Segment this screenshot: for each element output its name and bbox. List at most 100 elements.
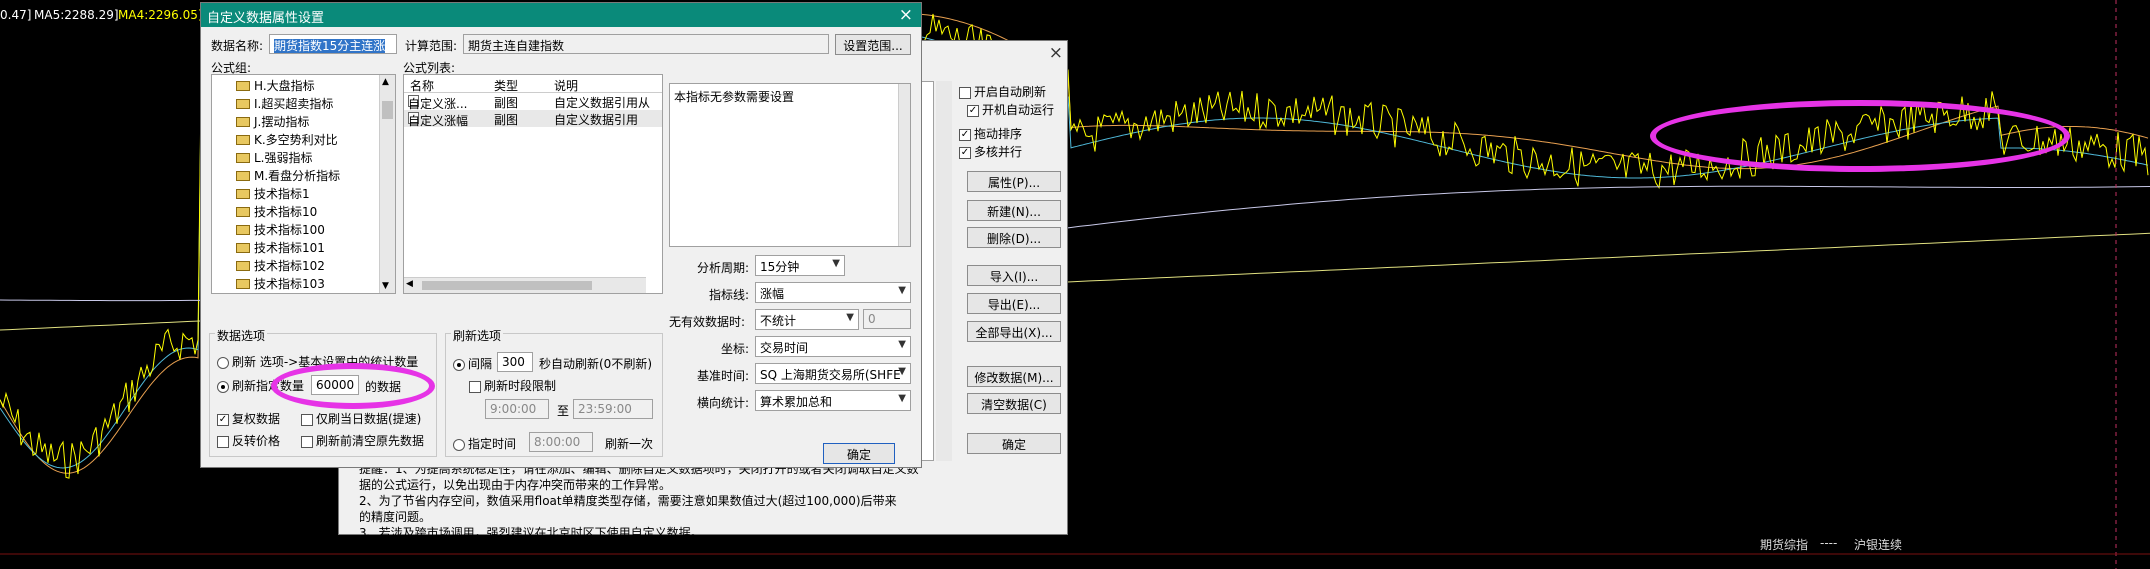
close-icon[interactable]: ×: [1049, 43, 1063, 63]
base-time-select[interactable]: SQ 上海期货交易所(SHFE ▼: [755, 363, 911, 384]
dialog-title: 自定义数据属性设置: [207, 11, 325, 26]
highlight-ellipse-chart: [1650, 100, 2070, 172]
note-line-4: 的精度问题。: [359, 510, 432, 524]
horizontal-stat-select[interactable]: 算术累加总和 ▼: [755, 390, 911, 411]
note-line-2: 据的公式运行，以免出现由于内存冲突而带来的工作异常。: [359, 478, 672, 492]
scroll-down-icon[interactable]: ▼: [382, 281, 389, 291]
time-from-input[interactable]: 9:00:00: [485, 399, 549, 419]
close-icon[interactable]: ×: [899, 5, 913, 25]
horizontal-stat-label: 横向统计:: [697, 396, 750, 410]
tree-item[interactable]: K.多空势利对比: [212, 131, 395, 149]
formula-group-tree[interactable]: H.大盘指标 I.超买超卖指标 J.摆动指标 K.多空势利对比 L.强弱指标 M.看盘分析…: [211, 74, 396, 294]
export-all-button[interactable]: 全部导出(X)...: [967, 321, 1061, 342]
highlight-ellipse-count: [271, 363, 435, 409]
list-item-desc: 自定义数据引用: [554, 113, 639, 127]
timed-input[interactable]: 8:00:00: [529, 432, 593, 452]
analysis-period-select[interactable]: 15分钟 ▼: [755, 255, 845, 276]
coord-value: 交易时间: [760, 341, 809, 355]
properties-button[interactable]: 属性(P)...: [967, 171, 1061, 192]
chk-today-only[interactable]: 仅刷当日数据(提速): [301, 410, 421, 427]
chk-reverse[interactable]: 反转价格: [217, 432, 280, 449]
export-button[interactable]: 导出(E)...: [967, 293, 1061, 314]
data-name-label: 数据名称:: [211, 39, 264, 53]
tree-item[interactable]: 技术指标103: [212, 275, 395, 293]
data-name-input[interactable]: 期货指数15分主连涨: [269, 34, 397, 54]
interval-suffix: 秒自动刷新(0不刷新): [539, 357, 652, 371]
formula-list[interactable]: 名称 类型 说明 自定义涨... 副图 自定义数据引用从 自定义涨幅 副图 自定…: [403, 74, 663, 294]
tree-item[interactable]: M.看盘分析指标: [212, 167, 395, 185]
tree-item[interactable]: 技术指标10: [212, 203, 395, 221]
import-button[interactable]: 导入(I)...: [967, 265, 1061, 286]
chk-drag-sort[interactable]: ✓ 拖动排序: [959, 125, 1022, 142]
list-item[interactable]: 自定义涨... 副图 自定义数据引用从: [404, 93, 662, 111]
col-type[interactable]: 类型: [494, 77, 518, 94]
coord-select[interactable]: 交易时间 ▼: [755, 336, 911, 357]
modify-data-button[interactable]: 修改数据(M)...: [967, 366, 1061, 387]
set-range-button[interactable]: 设置范围...: [835, 34, 911, 55]
tree-item[interactable]: H.大盘指标: [212, 77, 395, 95]
chevron-down-icon: ▼: [846, 312, 854, 323]
legend-dashes: ----: [1820, 536, 1838, 550]
delete-button[interactable]: 删除(D)...: [967, 227, 1061, 248]
tree-item[interactable]: 技术指标100: [212, 221, 395, 239]
clear-data-button[interactable]: 清空数据(C): [967, 393, 1061, 414]
tree-item[interactable]: I.超买超卖指标: [212, 95, 395, 113]
tree-item[interactable]: 技术指标1: [212, 185, 395, 203]
note-line-3: 2、为了节省内存空间，数值采用float单精度类型存储，需要注意如果数值过大(超…: [359, 494, 897, 508]
indicator-line-select[interactable]: 涨幅 ▼: [755, 282, 911, 303]
analysis-period-label: 分析周期:: [697, 261, 750, 275]
col-desc[interactable]: 说明: [554, 77, 578, 94]
description-scrollbar[interactable]: [898, 84, 910, 246]
chk-drag-sort-label: 拖动排序: [974, 127, 1023, 141]
scroll-left-icon[interactable]: ◀: [406, 279, 413, 289]
tree-item[interactable]: L.强弱指标: [212, 149, 395, 167]
radio-timed[interactable]: 指定时间: [453, 435, 516, 452]
tree-item[interactable]: 技术指标102: [212, 257, 395, 275]
chk-time-limit-label: 刷新时段限制: [484, 379, 557, 393]
chk-clear-before-label: 刷新前清空原先数据: [316, 434, 425, 448]
radio-icon: [453, 438, 465, 451]
radio-interval[interactable]: 间隔: [453, 355, 492, 372]
chk-time-limit[interactable]: 刷新时段限制: [469, 377, 556, 394]
data-options-title: 数据选项: [215, 327, 268, 344]
scroll-thumb[interactable]: [382, 101, 393, 119]
ma-label-price: 0.47]: [0, 8, 32, 22]
list-item[interactable]: 自定义涨幅 副图 自定义数据引用: [404, 110, 662, 128]
calc-range-field: 期货主连自建指数: [463, 34, 829, 54]
scroll-thumb[interactable]: [422, 281, 592, 290]
chk-multicore[interactable]: ✓ 多核并行: [959, 143, 1022, 160]
invalid-data-label: 无有效数据时:: [669, 315, 746, 329]
scroll-up-icon[interactable]: ▲: [382, 77, 389, 87]
invalid-data-number[interactable]: 0: [863, 309, 911, 329]
chk-clear-before[interactable]: 刷新前清空原先数据: [301, 432, 424, 449]
ok-button[interactable]: 确定: [823, 443, 895, 464]
base-time-label: 基准时间:: [697, 369, 750, 383]
new-button[interactable]: 新建(N)...: [967, 200, 1061, 221]
data-list-scrollbar[interactable]: [936, 81, 952, 461]
invalid-data-select[interactable]: 不统计 ▼: [755, 309, 859, 330]
chevron-down-icon: ▼: [898, 366, 906, 377]
tree-item[interactable]: J.摆动指标: [212, 113, 395, 131]
checkbox-checked-icon: ✓: [959, 128, 971, 141]
custom-data-property-dialog: 自定义数据属性设置 × 数据名称: 期货指数15分主连涨 计算范围: 期货主连自…: [200, 2, 922, 468]
folder-icon: [236, 171, 250, 181]
chk-auto-start[interactable]: ✓ 开机自动运行: [967, 101, 1054, 118]
chk-adjust[interactable]: ✓ 复权数据: [217, 410, 280, 427]
folder-icon: [236, 117, 250, 127]
tree-item-label: 技术指标103: [254, 277, 325, 291]
tree-item-label: 技术指标100: [254, 223, 325, 237]
chk-auto-refresh[interactable]: 开启自动刷新: [959, 83, 1046, 100]
radio-timed-label: 指定时间: [468, 437, 517, 451]
time-to-input[interactable]: 23:59:00: [573, 399, 653, 419]
note-line-5: 3、若涉及跨市场调用，强烈建议在北京时区下使用自定义数据。: [359, 526, 703, 540]
interval-input[interactable]: 300: [497, 352, 533, 372]
list-hscrollbar[interactable]: ◀: [404, 277, 646, 293]
chevron-down-icon: ▼: [832, 258, 840, 269]
col-name[interactable]: 名称: [410, 77, 434, 94]
tree-item[interactable]: 技术指标101: [212, 239, 395, 257]
back-ok-button[interactable]: 确定: [967, 433, 1061, 454]
tree-scrollbar[interactable]: ▲ ▼: [379, 75, 395, 293]
chevron-down-icon: ▼: [898, 339, 906, 350]
chk-auto-start-label: 开机自动运行: [982, 103, 1055, 117]
dialog-titlebar[interactable]: 自定义数据属性设置 ×: [201, 3, 921, 27]
